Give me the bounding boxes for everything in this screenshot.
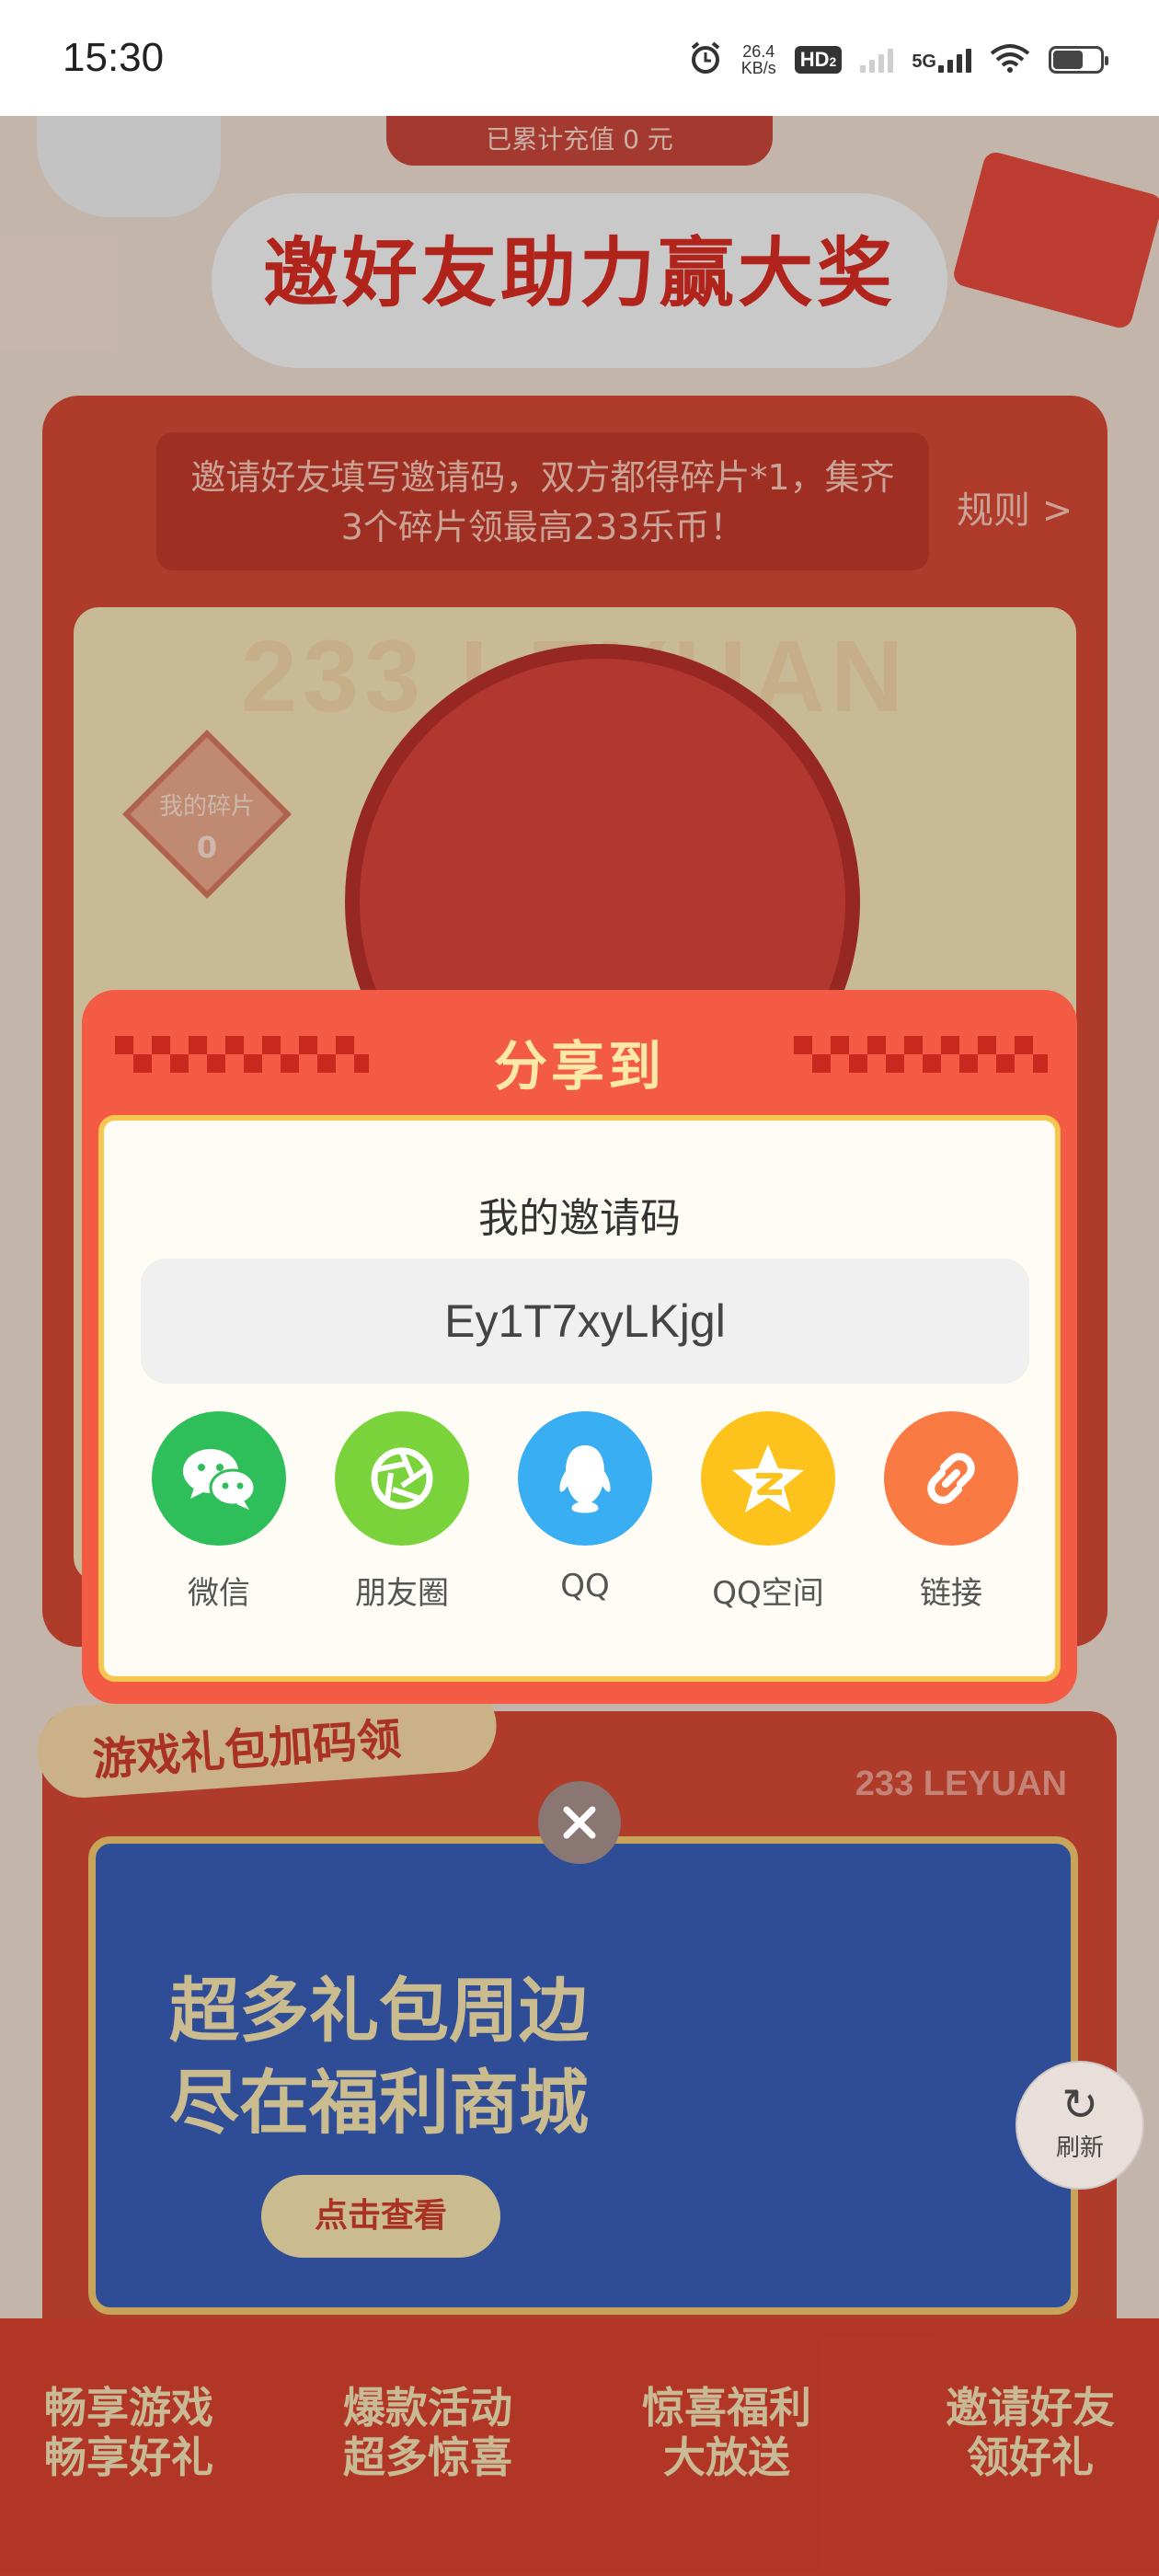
alarm-icon bbox=[688, 40, 723, 79]
wifi-icon bbox=[990, 42, 1030, 77]
share-qq-button[interactable]: QQ bbox=[507, 1411, 663, 1604]
qzone-icon bbox=[701, 1411, 835, 1546]
invite-code-label: 我的邀请码 bbox=[478, 1195, 681, 1242]
net-speed: 26.4 KB/s bbox=[741, 43, 776, 76]
net-speed-value: 26.4 bbox=[742, 42, 775, 61]
share-qzone-button[interactable]: QQ空间 bbox=[690, 1411, 846, 1613]
refresh-icon: ↻ bbox=[1061, 2079, 1099, 2131]
share-label: 微信 bbox=[188, 1575, 250, 1612]
wechat-icon bbox=[152, 1411, 286, 1546]
share-targets: 微信 朋友圈 QQ QQ空间 链接 bbox=[141, 1411, 1029, 1632]
qq-icon bbox=[518, 1411, 652, 1546]
close-icon bbox=[563, 1806, 596, 1839]
share-label: QQ空间 bbox=[712, 1575, 824, 1612]
close-dialog-button[interactable] bbox=[538, 1781, 621, 1864]
battery-icon bbox=[1049, 46, 1108, 74]
signal-5g: 5G bbox=[912, 47, 971, 73]
share-dialog: 分享到 我的邀请码 Ey1T7xyLKjgl 微信 朋友圈 QQ QQ空间 链接 bbox=[82, 990, 1077, 1704]
hd-sub: 2 bbox=[829, 54, 837, 69]
status-icons: 26.4 KB/s HD2 5G bbox=[688, 37, 1108, 83]
signal-weak-icon bbox=[860, 47, 894, 73]
moments-icon bbox=[335, 1411, 469, 1546]
status-time: 15:30 bbox=[63, 35, 165, 80]
hd-label: HD bbox=[799, 48, 830, 71]
checker-decoration-right bbox=[794, 1036, 1048, 1073]
share-wechat-button[interactable]: 微信 bbox=[141, 1411, 297, 1613]
hd-badge: HD2 bbox=[794, 46, 843, 74]
share-label: QQ bbox=[560, 1568, 610, 1604]
share-moments-button[interactable]: 朋友圈 bbox=[324, 1411, 480, 1613]
signal-strong-icon bbox=[938, 47, 971, 73]
net-speed-unit: KB/s bbox=[740, 59, 776, 77]
share-label: 链接 bbox=[920, 1575, 982, 1612]
invite-code-field[interactable]: Ey1T7xyLKjgl bbox=[141, 1259, 1029, 1384]
network-type: 5G bbox=[912, 52, 936, 72]
refresh-label: 刷新 bbox=[1055, 2134, 1104, 2162]
share-link-button[interactable]: 链接 bbox=[873, 1411, 1029, 1613]
dialog-body: 我的邀请码 Ey1T7xyLKjgl 微信 朋友圈 QQ QQ空间 链接 bbox=[98, 1115, 1061, 1682]
status-bar: 15:30 26.4 KB/s HD2 5G bbox=[0, 0, 1159, 116]
link-icon bbox=[884, 1411, 1018, 1546]
share-label: 朋友圈 bbox=[355, 1575, 449, 1612]
refresh-button[interactable]: ↻ 刷新 bbox=[1016, 2061, 1144, 2190]
